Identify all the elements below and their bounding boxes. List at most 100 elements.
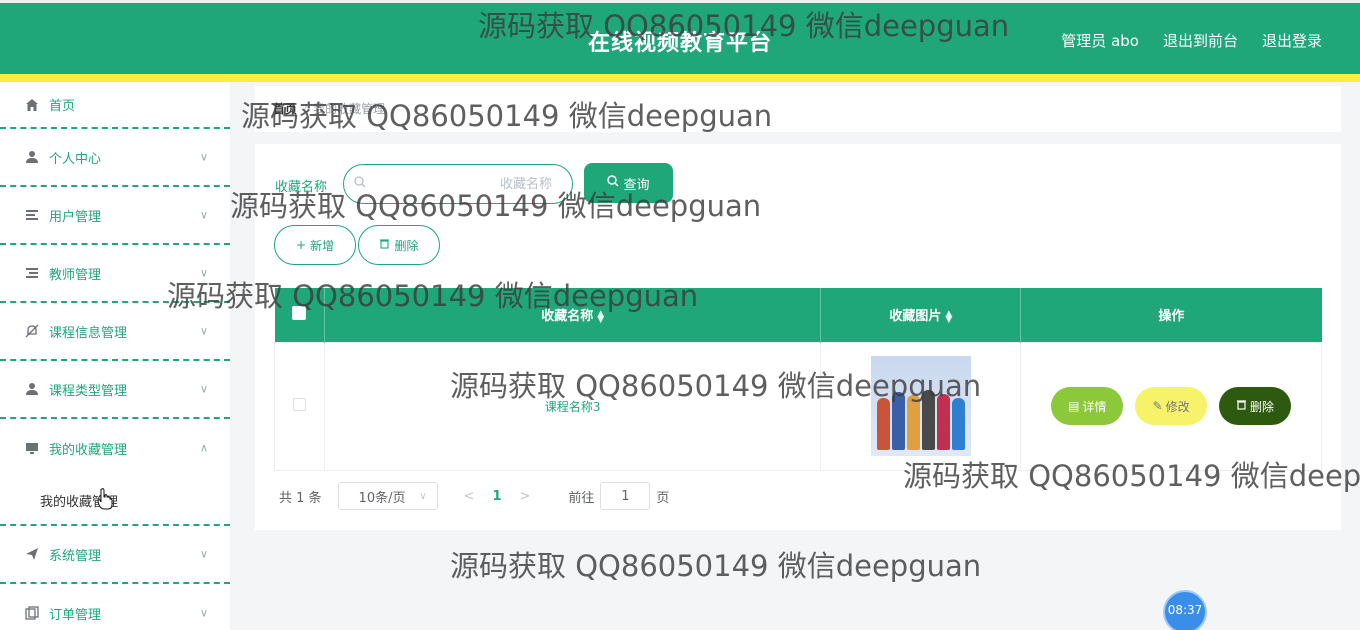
sidebar-item-label: 我的收藏管理 bbox=[49, 442, 128, 458]
sidebar: 首页 个人中心 ∨ 用户管理 ∨ 教师管理 ∨ 课程信息管理 ∨ 课程类型管理 … bbox=[0, 82, 230, 630]
goto-label: 前往 bbox=[568, 490, 595, 506]
breadcrumb-current: 我的收藏管理 bbox=[313, 102, 386, 116]
page-size-value: 10条/页 bbox=[358, 490, 406, 506]
column-header-label: 操作 bbox=[1158, 309, 1185, 325]
exit-to-frontend-link[interactable]: 退出到前台 bbox=[1163, 30, 1238, 51]
column-header-image[interactable]: 收藏图片 ▲ ▼ bbox=[820, 288, 1022, 342]
actions-cell: ▤ 详情 ✎ 修改 删除 bbox=[1020, 341, 1322, 471]
sidebar-item-home[interactable]: 首页 bbox=[0, 82, 230, 129]
column-header-actions: 操作 bbox=[1020, 288, 1322, 342]
goto-page-input[interactable] bbox=[600, 482, 651, 510]
sidebar-item-course-type[interactable]: 课程类型管理 ∨ bbox=[0, 361, 230, 419]
image-cell bbox=[820, 341, 1022, 471]
chevron-down-icon: ∨ bbox=[419, 490, 427, 502]
copy-icon bbox=[24, 605, 40, 621]
logout-link[interactable]: 退出登录 bbox=[1262, 30, 1322, 51]
sidebar-item-teacher-management[interactable]: 教师管理 ∨ bbox=[0, 245, 230, 303]
name-cell: 课程名称3 bbox=[323, 341, 822, 471]
select-all-header bbox=[274, 288, 325, 342]
sidebar-item-label: 首页 bbox=[49, 99, 76, 114]
sidebar-item-label: 系统管理 bbox=[49, 548, 102, 564]
page-number[interactable]: 1 bbox=[492, 489, 501, 504]
chevron-up-icon: ∧ bbox=[199, 441, 208, 455]
document-icon: ▤ bbox=[1068, 399, 1080, 413]
search-icon bbox=[607, 175, 619, 191]
header-nav: 管理员 abo 退出到前台 退出登录 bbox=[1061, 30, 1322, 51]
add-button-label: 新增 bbox=[310, 238, 335, 253]
home-icon bbox=[24, 97, 40, 113]
sidebar-item-my-favorites[interactable]: 我的收藏管理 ∧ bbox=[0, 419, 230, 477]
list-icon bbox=[24, 265, 40, 281]
table-row: 课程名称3 ▤ 详情 ✎ 修改 删除 bbox=[274, 341, 1322, 471]
detail-button[interactable]: ▤ 详情 bbox=[1051, 387, 1124, 425]
breadcrumb-separator: / bbox=[303, 102, 308, 116]
pencil-icon: ✎ bbox=[1152, 399, 1163, 413]
favorite-thumbnail[interactable] bbox=[870, 356, 971, 456]
column-header-name[interactable]: 收藏名称 ▲ ▼ bbox=[324, 288, 822, 342]
next-page-icon[interactable]: > bbox=[520, 489, 531, 504]
admin-user-link[interactable]: 管理员 abo bbox=[1061, 30, 1139, 51]
add-button[interactable]: + 新增 bbox=[274, 225, 356, 265]
user-icon bbox=[24, 381, 40, 397]
sidebar-item-label: 用户管理 bbox=[49, 209, 102, 225]
monitor-icon bbox=[24, 440, 40, 456]
user-icon bbox=[24, 149, 40, 165]
trash-icon bbox=[379, 238, 390, 252]
delete-row-label: 删除 bbox=[1249, 399, 1274, 414]
chevron-down-icon: ∨ bbox=[199, 547, 208, 561]
favorites-table: 收藏名称 ▲ ▼ 收藏图片 ▲ ▼ 操作 课程名称3 ▤ 详情 ✎ 修改 删除 bbox=[274, 288, 1322, 471]
sidebar-item-system[interactable]: 系统管理 ∨ bbox=[0, 526, 230, 584]
trash-icon bbox=[1236, 399, 1247, 413]
row-select-cell bbox=[274, 341, 325, 471]
query-button[interactable]: 查询 bbox=[584, 163, 673, 203]
watermark: 源码获取 QQ86050149 微信deepguan bbox=[450, 549, 982, 583]
breadcrumb: 首页 / 我的收藏管理 bbox=[255, 86, 1341, 132]
sidebar-item-label: 个人中心 bbox=[49, 151, 102, 167]
send-icon bbox=[24, 546, 40, 562]
sidebar-item-orders[interactable]: 订单管理 ∨ bbox=[0, 584, 230, 630]
sidebar-item-course-info[interactable]: 课程信息管理 ∨ bbox=[0, 303, 230, 361]
sidebar-subitem-my-favorites[interactable]: 我的收藏管理 bbox=[0, 477, 230, 526]
sidebar-item-label: 订单管理 bbox=[49, 607, 102, 623]
plus-icon: + bbox=[295, 238, 307, 252]
row-checkbox[interactable] bbox=[292, 398, 306, 411]
column-header-label: 收藏图片 bbox=[889, 309, 942, 325]
pagination: 共 1 条 10条/页 ∨ < 1 > 前往 页 bbox=[279, 482, 669, 510]
search-label: 收藏名称 bbox=[275, 180, 328, 195]
batch-delete-button[interactable]: 删除 bbox=[358, 225, 440, 265]
accent-bar bbox=[0, 74, 1360, 82]
sort-icon[interactable]: ▲ ▼ bbox=[597, 309, 604, 324]
chevron-down-icon: ∨ bbox=[199, 382, 208, 396]
sidebar-item-label: 课程类型管理 bbox=[49, 383, 128, 399]
main-card: 收藏名称 查询 + 新增 删除 收藏名称▲▼ 收藏图片▲▼ 操作 bbox=[255, 144, 1341, 530]
page-suffix: 页 bbox=[656, 490, 670, 506]
bell-off-icon bbox=[24, 323, 40, 339]
select-all-checkbox[interactable] bbox=[292, 305, 307, 320]
edit-button-label: 修改 bbox=[1165, 399, 1190, 414]
list-icon bbox=[24, 207, 40, 223]
clock-badge: 08:37 bbox=[1163, 590, 1207, 630]
top-header: 在线视频教育平台 管理员 abo 退出到前台 退出登录 bbox=[0, 0, 1360, 74]
search-input-wrapper bbox=[343, 164, 573, 204]
sort-icon[interactable]: ▲ ▼ bbox=[945, 309, 952, 324]
detail-button-label: 详情 bbox=[1082, 399, 1107, 414]
edit-button[interactable]: ✎ 修改 bbox=[1135, 387, 1208, 425]
sidebar-item-personal-center[interactable]: 个人中心 ∨ bbox=[0, 129, 230, 187]
breadcrumb-home[interactable]: 首页 bbox=[273, 102, 297, 116]
search-input[interactable] bbox=[372, 176, 552, 192]
pagination-total: 共 1 条 bbox=[279, 490, 322, 506]
delete-button-label: 删除 bbox=[394, 238, 419, 253]
chevron-down-icon: ∨ bbox=[199, 324, 208, 338]
hand-cursor-icon bbox=[97, 488, 113, 510]
page-size-select[interactable]: 10条/页 ∨ bbox=[337, 482, 438, 510]
search-icon bbox=[354, 176, 366, 192]
chevron-down-icon: ∨ bbox=[199, 150, 208, 164]
chevron-down-icon: ∨ bbox=[199, 266, 208, 280]
chevron-down-icon: ∨ bbox=[199, 208, 208, 222]
table-header-row: 收藏名称 ▲ ▼ 收藏图片 ▲ ▼ 操作 bbox=[274, 288, 1322, 342]
sidebar-item-user-management[interactable]: 用户管理 ∨ bbox=[0, 187, 230, 245]
delete-row-button[interactable]: 删除 bbox=[1218, 387, 1291, 425]
query-button-label: 查询 bbox=[623, 177, 650, 193]
chevron-down-icon: ∨ bbox=[199, 606, 208, 620]
prev-page-icon[interactable]: < bbox=[464, 489, 475, 504]
